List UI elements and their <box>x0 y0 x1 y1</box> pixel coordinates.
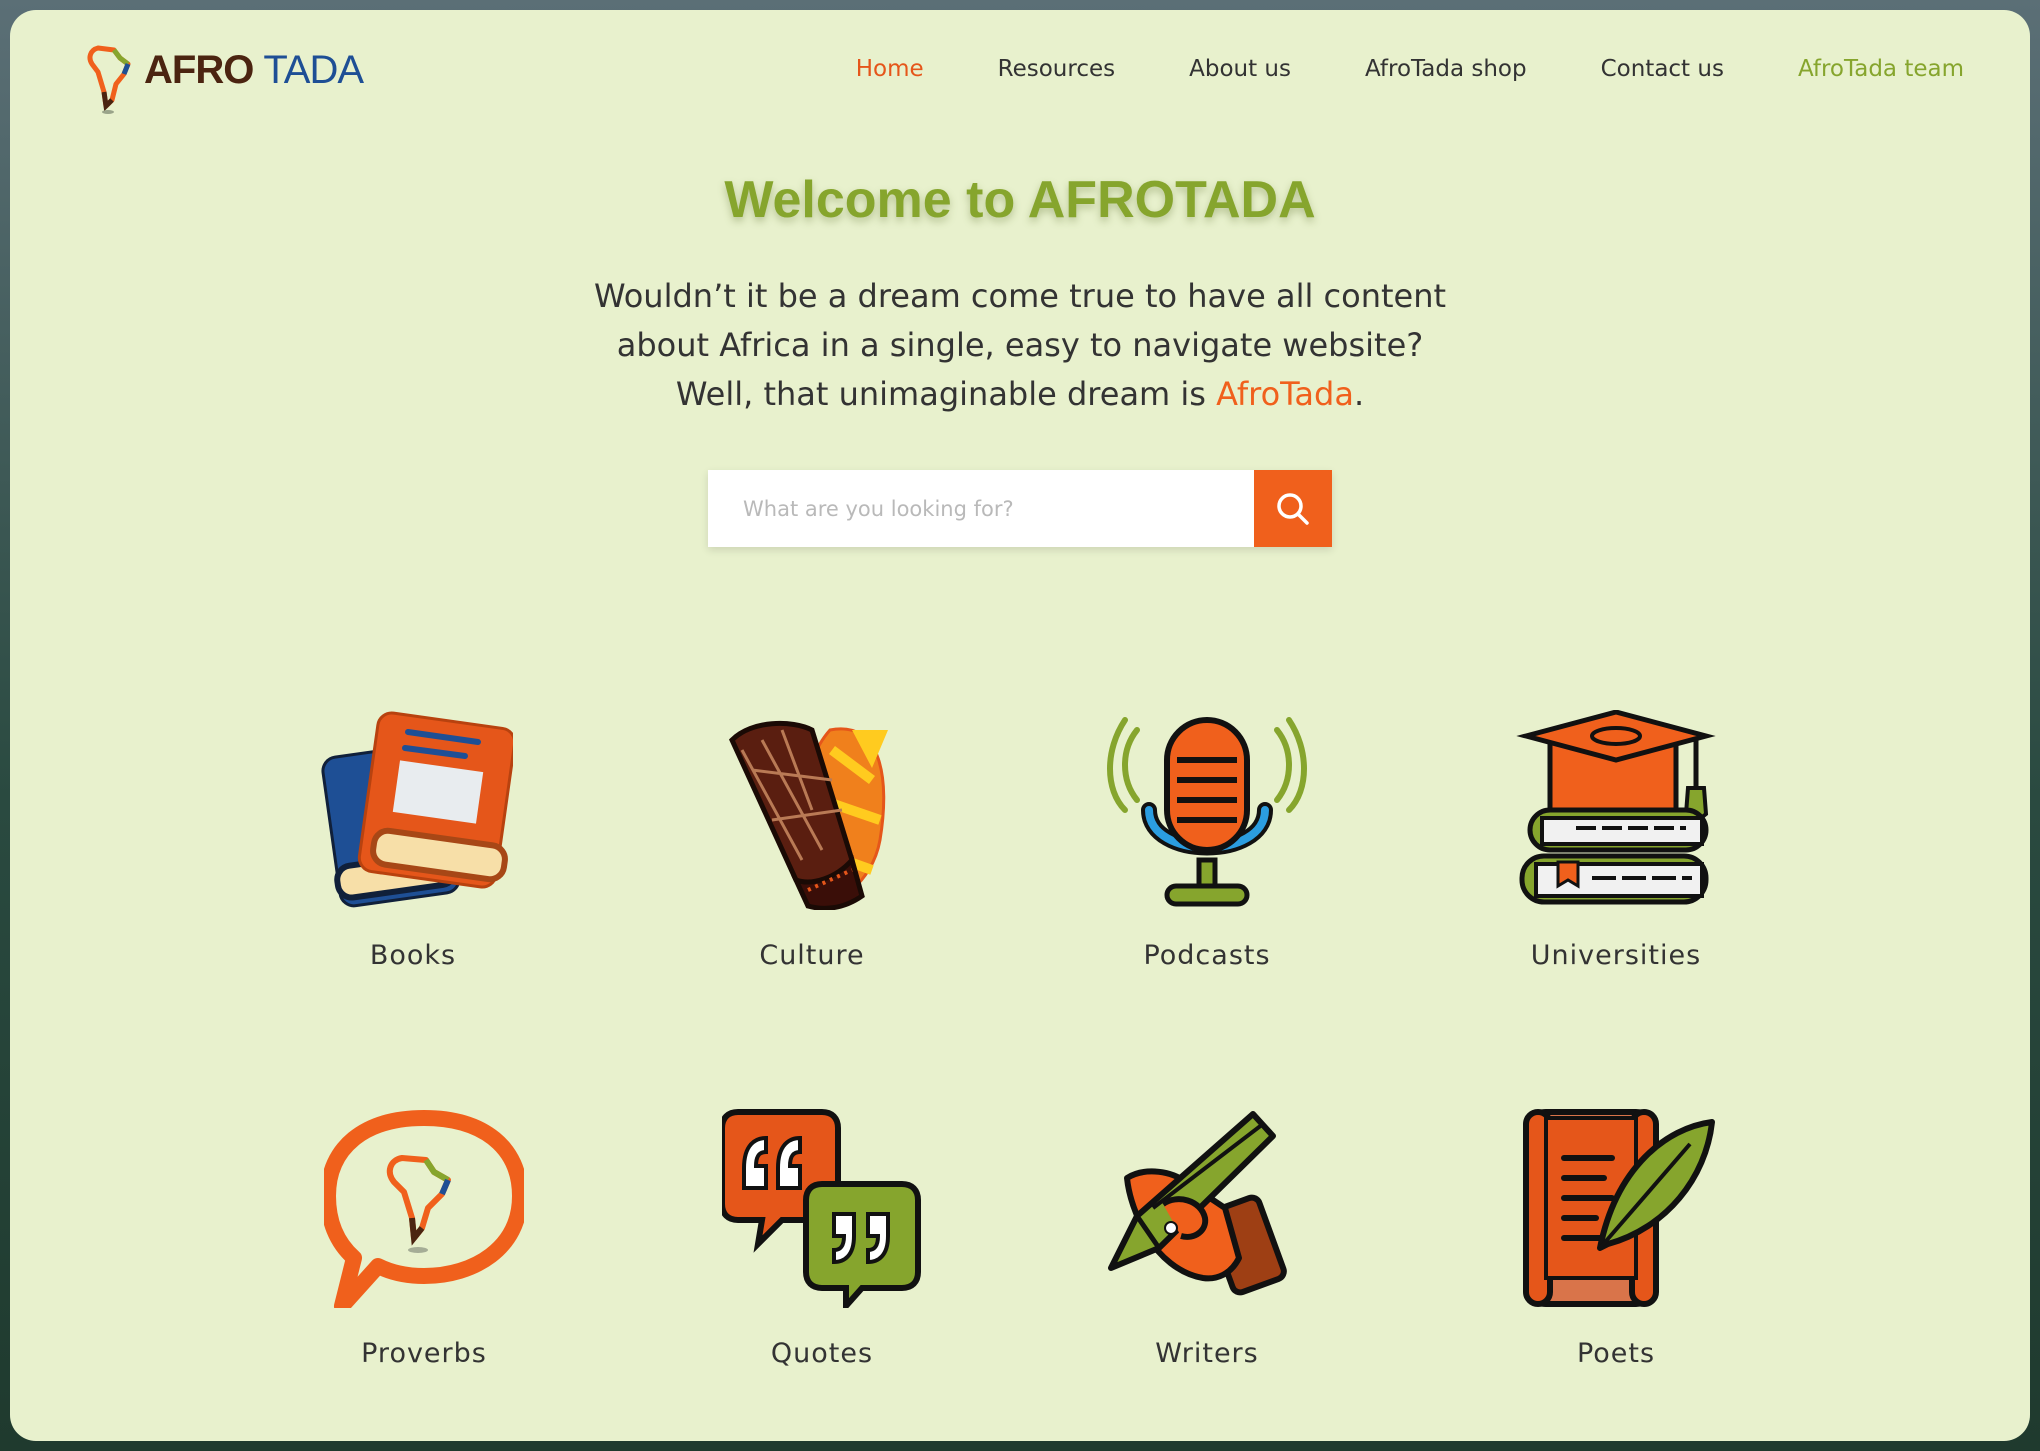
category-label: Quotes <box>770 1338 874 1369</box>
nav-afrotada-team[interactable]: AfroTada team <box>1798 56 1964 82</box>
graduation-cap-icon <box>1516 710 1716 905</box>
category-label: Books <box>369 940 457 971</box>
nav-resources[interactable]: Resources <box>998 56 1115 82</box>
hero-line-2: about Africa in a single, easy to naviga… <box>616 326 1424 364</box>
category-label: Podcasts <box>1143 940 1271 971</box>
category-label: Culture <box>759 940 865 971</box>
drum-icon <box>729 720 888 910</box>
search-bar <box>708 470 1332 547</box>
logo-afro-text: AFRO <box>144 48 254 92</box>
category-writers[interactable]: Writers <box>1057 1108 1357 1369</box>
category-proverbs[interactable]: Proverbs <box>274 1108 574 1369</box>
nav-about-us[interactable]: About us <box>1189 56 1291 82</box>
hand-pencil-icon <box>1108 1111 1287 1296</box>
category-books[interactable]: Books <box>263 710 563 971</box>
category-label: Writers <box>1155 1338 1259 1369</box>
category-culture[interactable]: Culture <box>662 710 962 971</box>
page-frame: AFRO TADA Home Resources About us AfroTad… <box>10 10 2030 1441</box>
quote-bubbles-icon <box>722 1109 921 1308</box>
hero-line-3-suffix: . <box>1353 375 1365 413</box>
microphone-icon <box>1107 717 1307 907</box>
category-label: Universities <box>1530 940 1702 971</box>
books-icon <box>321 711 513 908</box>
afrotada-logo[interactable]: AFRO TADA <box>84 40 364 116</box>
nav-afrotada-shop[interactable]: AfroTada shop <box>1365 56 1527 82</box>
scroll-quill-icon <box>1523 1109 1715 1307</box>
hero-line-3: Well, that unimaginable dream is AfroTad… <box>570 370 1470 419</box>
speech-bubble-africa-icon <box>324 1110 524 1308</box>
category-poets[interactable]: Poets <box>1466 1108 1766 1369</box>
category-label: Proverbs <box>361 1338 487 1369</box>
category-label: Poets <box>1576 1338 1656 1369</box>
category-universities[interactable]: Universities <box>1466 710 1766 971</box>
nav-home[interactable]: Home <box>856 56 924 82</box>
page-title: Welcome to AFROTADA <box>724 171 1316 229</box>
category-podcasts[interactable]: Podcasts <box>1057 710 1357 971</box>
search-input[interactable] <box>708 470 1254 547</box>
logo-wordmark: AFRO TADA <box>144 48 364 93</box>
hero-line-3-prefix: Well, that unimaginable dream is <box>675 375 1217 413</box>
hero-brand-link[interactable]: AfroTada <box>1216 375 1354 413</box>
search-button[interactable] <box>1254 470 1332 547</box>
logo-tada-text: TADA <box>263 48 364 92</box>
hero-subtitle: Wouldn’t it be a dream come true to have… <box>570 272 1470 419</box>
search-icon <box>1277 492 1309 525</box>
africa-map-logo-icon <box>87 45 131 114</box>
nav-contact-us[interactable]: Contact us <box>1601 56 1724 82</box>
category-quotes[interactable]: Quotes <box>672 1108 972 1369</box>
hero-line-1: Wouldn’t it be a dream come true to have… <box>593 277 1447 315</box>
main-nav: Home Resources About us AfroTada shop Co… <box>782 56 1964 82</box>
